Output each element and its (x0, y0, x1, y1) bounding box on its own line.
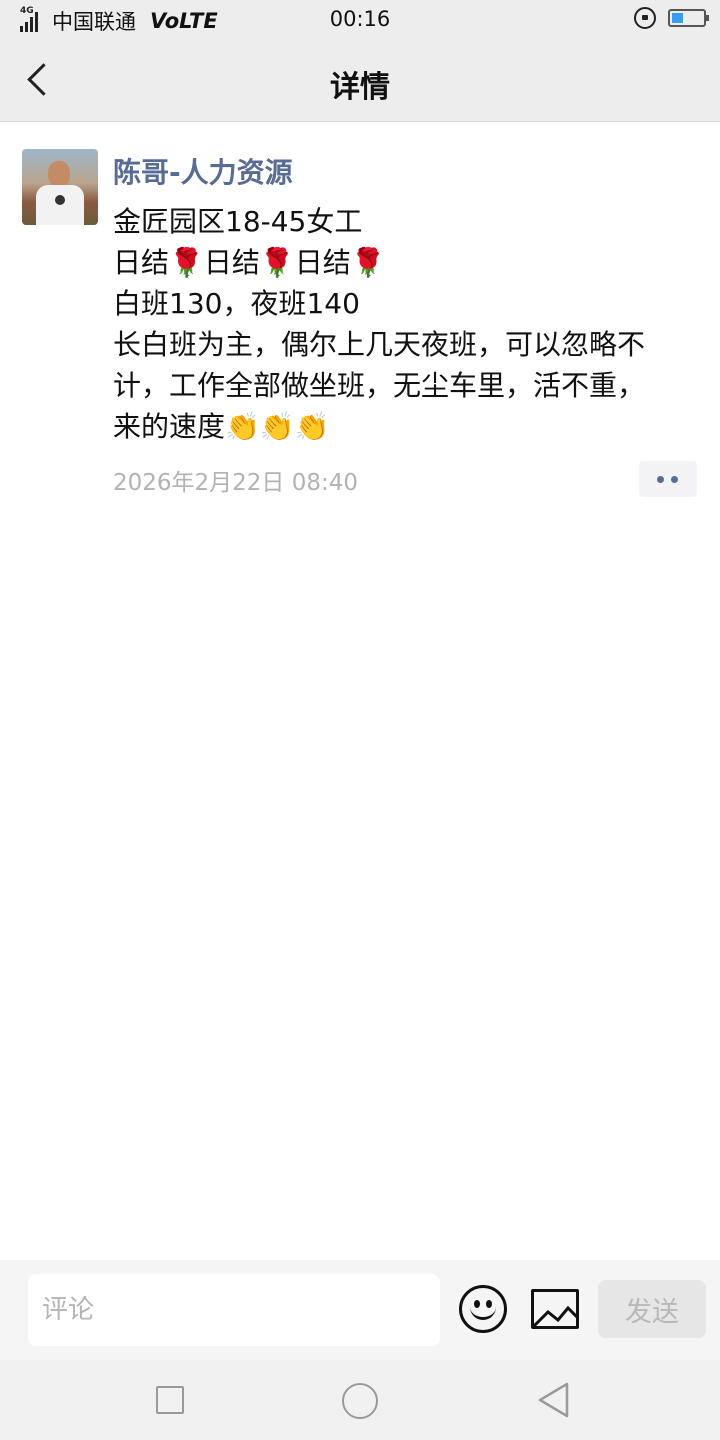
comment-bar: 发送 (0, 1260, 720, 1360)
emoji-mouth (470, 1306, 496, 1320)
post-content: 金匠园区18-45女工 日结🌹日结🌹日结🌹 白班130，夜班140 长白班为主，… (113, 201, 693, 447)
post-timestamp: 2026年2月22日 08:40 (113, 470, 359, 496)
dot-icon (657, 476, 664, 483)
status-time: 00:16 (329, 7, 391, 31)
avatar-shirt (36, 185, 84, 225)
status-bar: 4G 中国联通 VoLTE 00:16 (0, 0, 720, 40)
post-line: 来的速度👏👏👏 (113, 410, 330, 443)
post-line: 计，工作全部做坐班，无尘车里，活不重， (113, 369, 646, 402)
top-navigation-bar: 详情 (0, 40, 720, 122)
send-button[interactable]: 发送 (598, 1280, 706, 1338)
system-navigation-bar (0, 1360, 720, 1440)
more-actions-button[interactable] (639, 461, 697, 497)
avatar-shirt-logo (55, 195, 65, 205)
comment-input[interactable] (28, 1274, 440, 1346)
battery-fill (672, 13, 683, 23)
post-line: 日结🌹日结🌹日结🌹 (113, 246, 386, 279)
author-name[interactable]: 陈哥-人力资源 (113, 151, 293, 191)
post-line: 白班130，夜班140 (113, 287, 360, 320)
image-icon[interactable] (531, 1289, 579, 1329)
emoji-icon[interactable] (459, 1285, 507, 1333)
page-title: 详情 (330, 70, 390, 105)
post-line: 金匠园区18-45女工 (113, 205, 363, 238)
avatar-head (48, 161, 70, 187)
post-line: 长白班为主，偶尔上几天夜班，可以忽略不 (113, 328, 646, 361)
avatar[interactable] (22, 149, 98, 225)
status-right (634, 7, 709, 29)
image-glyph (534, 1305, 576, 1326)
back-triangle-icon[interactable] (537, 1382, 571, 1418)
rotation-lock-icon (634, 7, 656, 29)
home-icon[interactable] (342, 1383, 378, 1419)
recent-apps-icon[interactable] (156, 1386, 184, 1414)
battery-icon (668, 9, 709, 27)
dot-icon (671, 476, 678, 483)
